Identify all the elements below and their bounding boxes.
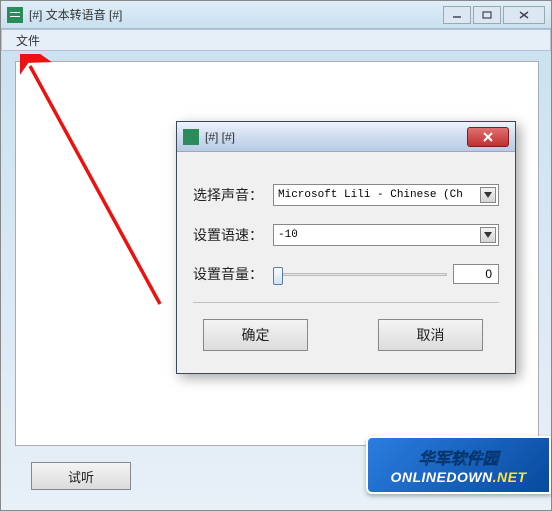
app-icon [7,7,23,23]
menu-bar: 文件 [1,29,551,51]
volume-value[interactable]: 0 [453,264,499,284]
dialog-app-icon [183,129,199,145]
rate-label: 设置语速： [193,225,273,245]
dialog-body: 选择声音： Microsoft Lili - Chinese (Ch 设置语速：… [177,152,515,373]
volume-label: 设置音量： [193,264,273,284]
chevron-down-icon [480,227,496,243]
listen-button-label: 试听 [68,467,94,486]
minimize-button[interactable] [443,6,471,24]
divider [193,302,499,303]
row-rate: 设置语速： -10 [193,224,499,246]
window-buttons [443,6,545,24]
rate-select[interactable]: -10 [273,224,499,246]
settings-dialog: [#] [#] 选择声音： Microsoft Lili - Chinese (… [176,121,516,374]
volume-slider[interactable] [273,265,447,283]
main-titlebar: [#] 文本转语音 [#] [1,1,551,29]
chevron-down-icon [480,187,496,203]
volume-slider-wrap: 0 [273,264,499,284]
close-button[interactable] [503,6,545,24]
dialog-button-row: 确定 取消 [193,313,499,361]
dialog-titlebar: [#] [#] [177,122,515,152]
rate-select-value: -10 [278,229,298,241]
ok-button[interactable]: 确定 [203,319,308,351]
menu-file[interactable]: 文件 [10,30,46,51]
voice-select[interactable]: Microsoft Lili - Chinese (Ch [273,184,499,206]
row-voice: 选择声音： Microsoft Lili - Chinese (Ch [193,184,499,206]
cancel-button[interactable]: 取消 [378,319,483,351]
watermark-cn: 华军软件园 [418,445,498,469]
dialog-title: [#] [#] [205,130,235,144]
cancel-button-label: 取消 [417,325,445,345]
watermark-logo: 华军软件园 ONLINEDOWN.NET [366,436,551,494]
listen-button[interactable]: 试听 [31,462,131,490]
slider-thumb[interactable] [273,267,283,285]
voice-label: 选择声音： [193,185,273,205]
watermark-en: ONLINEDOWN.NET [390,469,526,485]
ok-button-label: 确定 [242,325,270,345]
voice-select-value: Microsoft Lili - Chinese (Ch [278,189,463,201]
maximize-button[interactable] [473,6,501,24]
dialog-close-button[interactable] [467,127,509,147]
row-volume: 设置音量： 0 [193,264,499,284]
window-title: [#] 文本转语音 [#] [29,6,122,23]
